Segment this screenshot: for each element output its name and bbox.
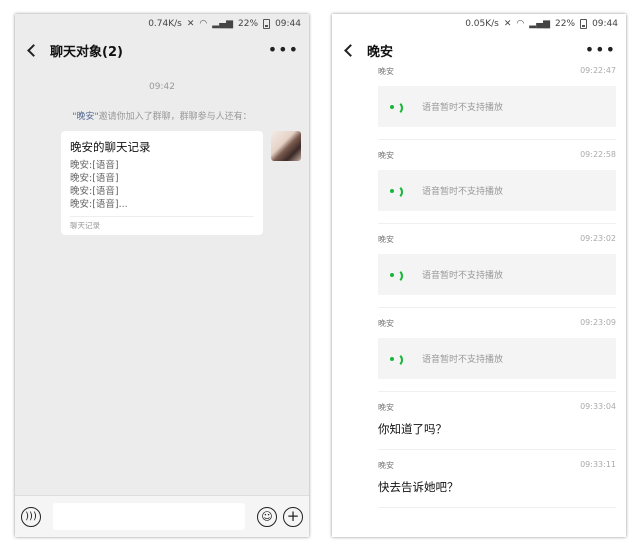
- card-line: 晚安:[语音]...: [70, 199, 128, 210]
- back-arrow-icon[interactable]: [344, 43, 357, 57]
- voice-wave-icon: [388, 268, 403, 283]
- voice-unsupported-text: 语音暂时不支持播放: [422, 187, 504, 197]
- battery-percent: 22%: [238, 19, 259, 29]
- sender-name: 晚安: [378, 67, 394, 76]
- system-message-text: 邀请你加入了群聊，群聊参与人还有：: [98, 112, 252, 122]
- list-item: 晚安 09:23:02 语音暂时不支持播放: [378, 224, 616, 308]
- voice-message[interactable]: 语音暂时不支持播放: [378, 338, 616, 379]
- text-message[interactable]: 快去告诉她吧？: [378, 479, 616, 495]
- card-line: 晚安:[语音]: [70, 160, 119, 171]
- sender-name: 晚安: [378, 461, 394, 470]
- chat-header: 聊天对象(2) •••: [15, 34, 309, 66]
- chat-title: 聊天对象(2): [50, 44, 123, 60]
- sender-name: 晚安: [378, 403, 394, 412]
- message-timestamp: 09:22:47: [580, 66, 616, 75]
- system-message: "晚安"邀请你加入了群聊，群聊参与人还有：: [15, 109, 309, 122]
- record-title: 晚安: [367, 44, 394, 60]
- mute-icon: ✕: [503, 18, 512, 29]
- clock: 09:44: [592, 19, 618, 29]
- signal-icon: ▂▄▆: [212, 18, 234, 29]
- back-arrow-icon[interactable]: [27, 43, 40, 57]
- list-item: 晚安 09:23:09 语音暂时不支持播放: [378, 308, 616, 392]
- voice-wave-icon: [388, 184, 403, 199]
- message-input[interactable]: [53, 503, 245, 530]
- battery-percent: 22%: [555, 19, 576, 29]
- network-speed: 0.05K/s: [465, 19, 499, 29]
- voice-message[interactable]: 语音暂时不支持播放: [378, 254, 616, 295]
- clock: 09:44: [275, 19, 301, 29]
- status-bar: 0.05K/s ✕ ◠ ▂▄▆ 22% 09:44: [332, 14, 626, 34]
- wifi-icon: ◠: [516, 18, 525, 29]
- voice-message[interactable]: 语音暂时不支持播放: [378, 170, 616, 211]
- battery-icon: [263, 19, 271, 29]
- signal-icon: ▂▄▆: [529, 18, 551, 29]
- card-line: 晚安:[语音]: [70, 173, 119, 184]
- record-list: 晚安 09:22:47 语音暂时不支持播放 晚安 09:22:58 语音暂时不支持播…: [332, 66, 626, 508]
- voice-message[interactable]: 语音暂时不支持播放: [378, 86, 616, 127]
- text-message[interactable]: 你知道了吗？: [378, 421, 616, 437]
- message-timestamp: 09:23:09: [580, 318, 616, 327]
- voice-unsupported-text: 语音暂时不支持播放: [422, 271, 504, 281]
- mute-icon: ✕: [186, 18, 195, 29]
- more-options-icon[interactable]: •••: [268, 42, 299, 58]
- message-time: 09:42: [149, 82, 175, 92]
- sender-name: 晚安: [378, 151, 394, 160]
- card-title: 晚安的聊天记录: [70, 140, 151, 154]
- left-screen: 0.74K/s ✕ ◠ ▂▄▆ 22% 09:44 聊天对象(2) ••• 09…: [15, 14, 309, 537]
- add-icon[interactable]: +: [283, 506, 303, 527]
- voice-unsupported-text: 语音暂时不支持播放: [422, 103, 504, 113]
- chat-record-card[interactable]: 晚安的聊天记录 晚安:[语音] 晚安:[语音] 晚安:[语音] 晚安:[语音].…: [61, 131, 263, 235]
- message-timestamp: 09:33:04: [580, 402, 616, 411]
- list-item: 晚安 09:22:47 语音暂时不支持播放: [378, 66, 616, 140]
- card-line: 晚安:[语音]: [70, 186, 119, 197]
- message-timestamp: 09:23:02: [580, 234, 616, 243]
- message-timestamp: 09:22:58: [580, 150, 616, 159]
- record-header: 晚安 •••: [332, 34, 626, 66]
- battery-icon: [580, 19, 588, 29]
- voice-wave-icon: [388, 352, 403, 367]
- sender-name: 晚安: [378, 319, 394, 328]
- wifi-icon: ◠: [199, 18, 208, 29]
- sender-name: 晚安: [378, 235, 394, 244]
- more-options-icon[interactable]: •••: [585, 42, 616, 58]
- list-item: 晚安 09:22:58 语音暂时不支持播放: [378, 140, 616, 224]
- emoji-icon[interactable]: ☺: [257, 506, 277, 527]
- list-item: 晚安 09:33:04 你知道了吗？: [378, 392, 616, 450]
- list-item: 晚安 09:33:11 快去告诉她吧？: [378, 450, 616, 508]
- right-screen: 0.05K/s ✕ ◠ ▂▄▆ 22% 09:44 晚安 ••• 晚安 09:22…: [332, 14, 626, 537]
- avatar[interactable]: [271, 131, 301, 161]
- voice-wave-icon: [388, 100, 403, 115]
- status-bar: 0.74K/s ✕ ◠ ▂▄▆ 22% 09:44: [15, 14, 309, 34]
- voice-input-icon[interactable]: ))): [21, 506, 41, 527]
- message-timestamp: 09:33:11: [580, 460, 616, 469]
- card-footer: 聊天记录: [70, 216, 254, 231]
- input-bar: ))) ☺ +: [15, 495, 309, 537]
- voice-unsupported-text: 语音暂时不支持播放: [422, 355, 504, 365]
- inviter-name[interactable]: "晚安": [72, 112, 98, 122]
- network-speed: 0.74K/s: [148, 19, 182, 29]
